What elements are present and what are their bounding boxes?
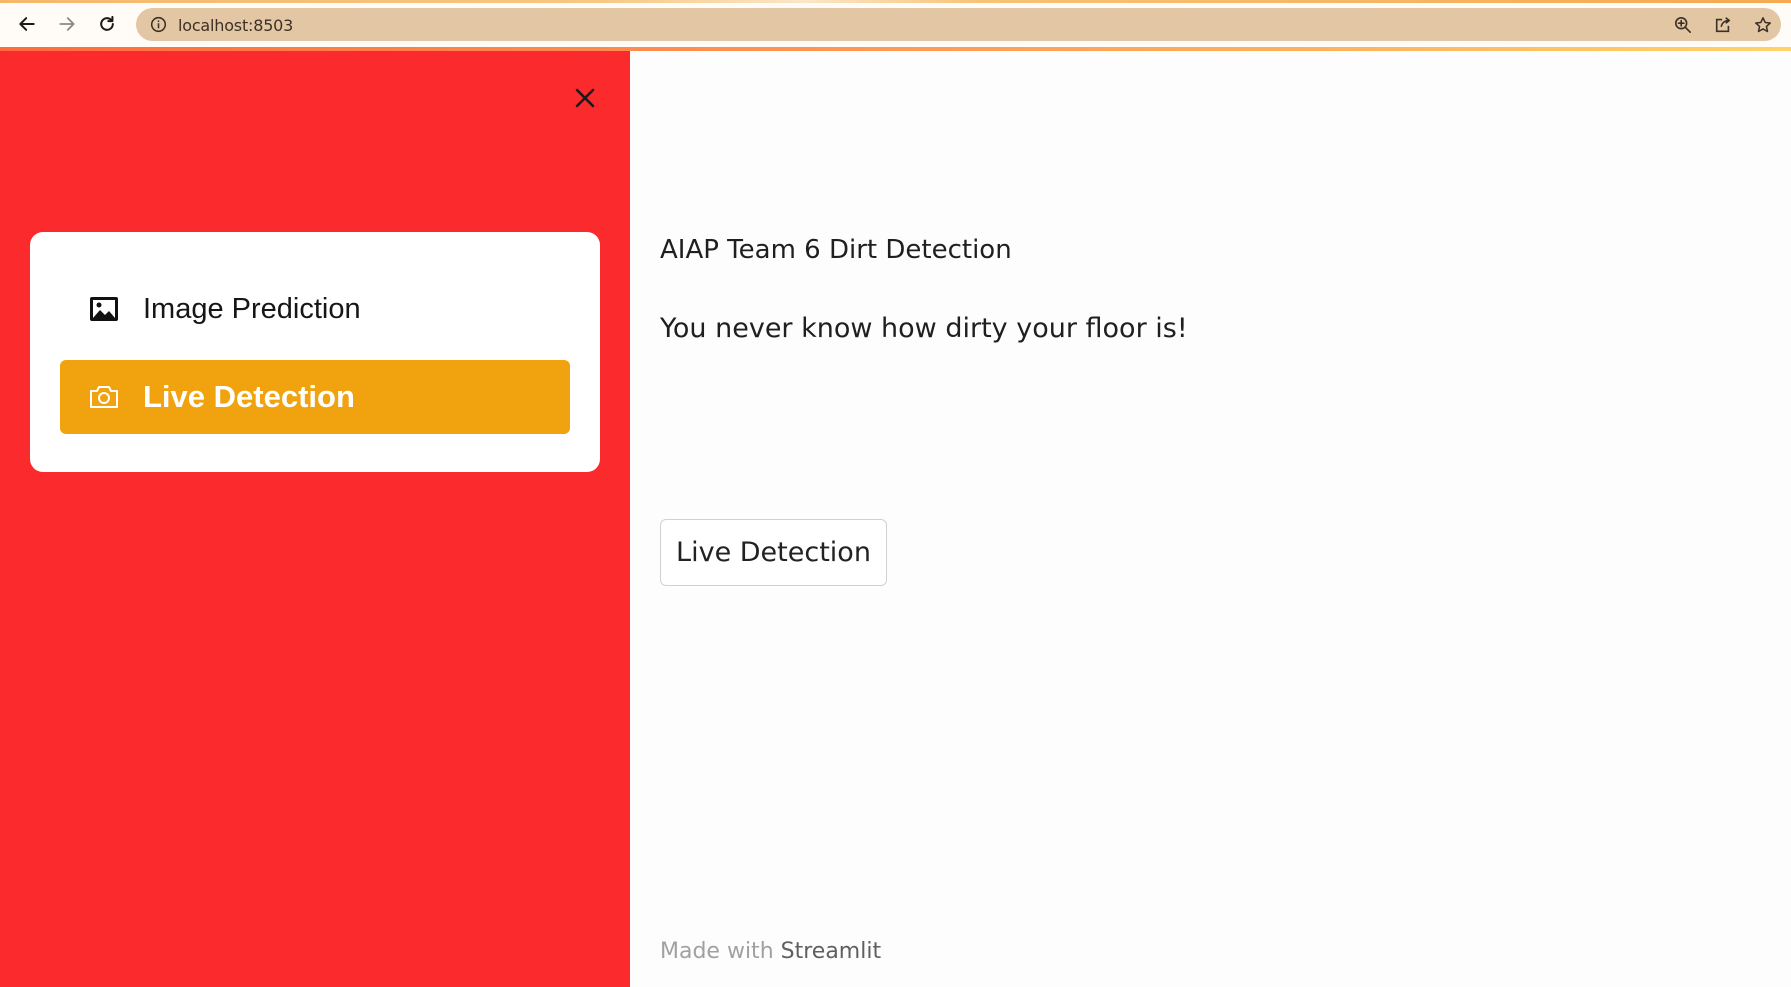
- menu-item-image-prediction[interactable]: Image Prediction: [60, 272, 570, 346]
- sidebar: Image Prediction Live Detection: [0, 51, 630, 987]
- browser-toolbar: localhost:8503: [0, 0, 1791, 51]
- menu-item-label: Live Detection: [143, 379, 355, 414]
- info-icon[interactable]: [150, 16, 167, 33]
- footer-prefix: Made with: [660, 939, 781, 964]
- url-text: localhost:8503: [178, 16, 294, 35]
- streamlit-link[interactable]: Streamlit: [781, 939, 881, 964]
- close-icon: [575, 88, 595, 108]
- share-icon: [1715, 17, 1731, 33]
- image-icon: [87, 292, 121, 326]
- camera-icon: [87, 380, 121, 414]
- back-button[interactable]: [15, 12, 39, 36]
- arrow-right-icon: [59, 17, 75, 31]
- reload-icon: [100, 15, 114, 31]
- menu-item-label: Image Prediction: [143, 292, 361, 325]
- bookmark-button[interactable]: [1753, 15, 1773, 35]
- zoom-in-icon: [1674, 16, 1692, 34]
- option-menu: Image Prediction Live Detection: [30, 232, 600, 472]
- menu-item-live-detection[interactable]: Live Detection: [60, 360, 570, 434]
- close-sidebar-button[interactable]: [570, 83, 600, 113]
- footer: Made with Streamlit: [660, 939, 881, 964]
- address-bar[interactable]: localhost:8503: [136, 8, 1781, 41]
- reload-button[interactable]: [95, 12, 119, 36]
- star-icon: [1755, 17, 1771, 33]
- page-title: AIAP Team 6 Dirt Detection: [660, 235, 1012, 265]
- arrow-left-icon: [19, 17, 35, 31]
- live-detection-button[interactable]: Live Detection: [660, 519, 887, 586]
- zoom-button[interactable]: [1673, 15, 1693, 35]
- share-button[interactable]: [1713, 15, 1733, 35]
- tab-strip-accent: [0, 0, 1791, 3]
- forward-button[interactable]: [55, 12, 79, 36]
- main-content: AIAP Team 6 Dirt Detection You never kno…: [630, 51, 1791, 987]
- page-subtitle: You never know how dirty your floor is!: [660, 313, 1188, 344]
